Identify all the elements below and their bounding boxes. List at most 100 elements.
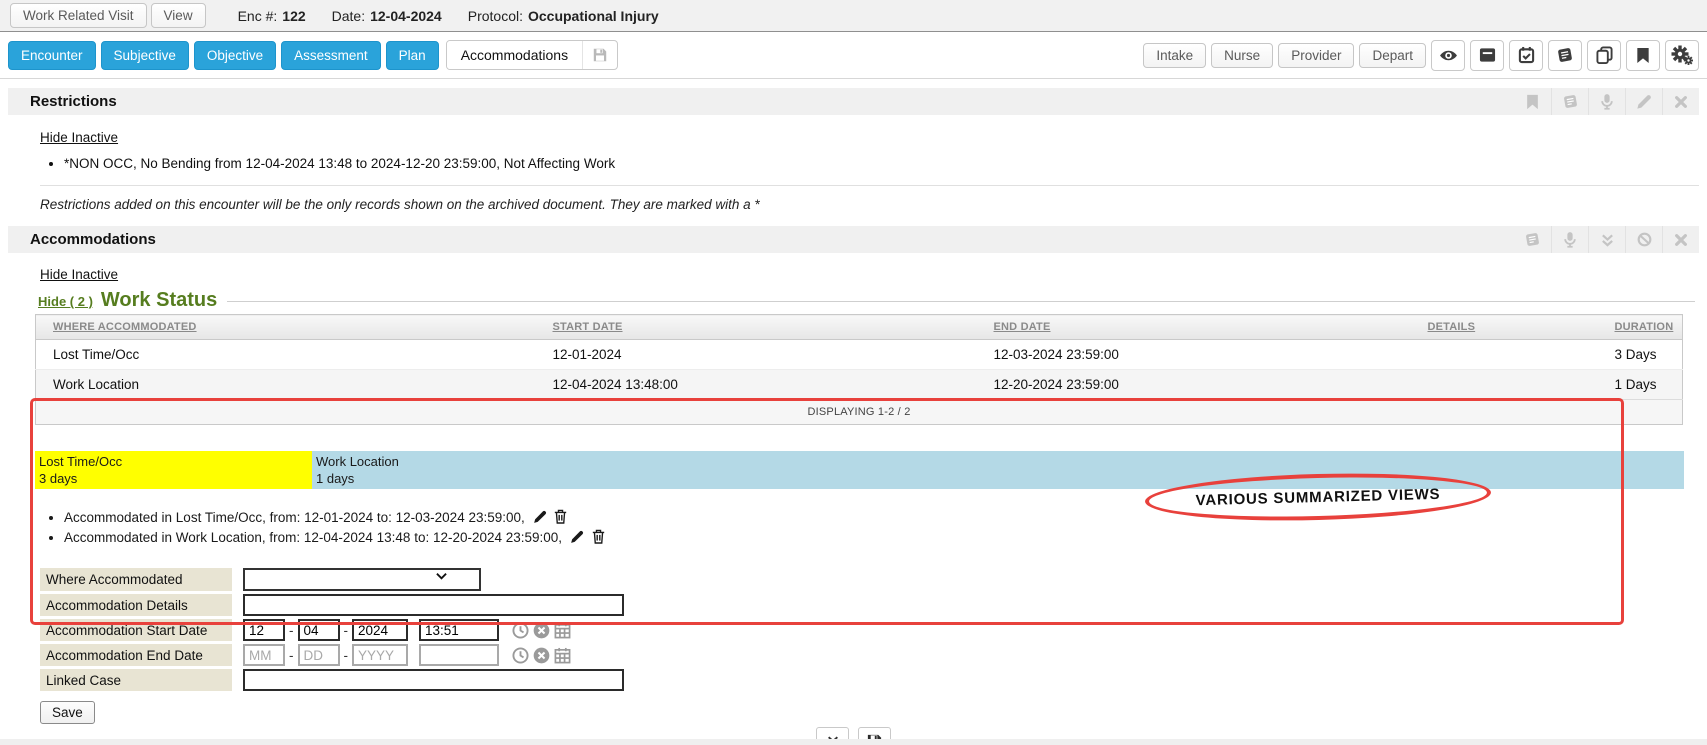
accommodation-details-input[interactable]: [243, 594, 624, 616]
col-start-date[interactable]: START DATE: [536, 315, 977, 340]
restrictions-header: Restrictions: [8, 88, 1699, 115]
archive-button[interactable]: [1470, 40, 1504, 71]
book-icon: [1556, 47, 1574, 63]
summary-block-lost-time: Lost Time/Occ 3 days: [35, 451, 312, 489]
summary-bars: Lost Time/Occ 3 days Work Location 1 day…: [35, 451, 1684, 489]
enc-date: Date:12-04-2024: [332, 8, 442, 24]
bookmark-icon: [1636, 47, 1650, 64]
cell-end: 12-20-2024 23:59:00: [977, 370, 1411, 400]
where-accommodated-select[interactable]: [243, 568, 481, 591]
clear-x-circle-icon[interactable]: [533, 622, 550, 639]
divider: [227, 301, 1695, 302]
clock-icon[interactable]: [512, 647, 529, 664]
summary-line-text: Accommodated in Lost Time/Occ, from: 12-…: [64, 510, 525, 525]
calendar-check-button[interactable]: [1509, 40, 1543, 71]
edit-pencil-icon[interactable]: [570, 530, 584, 544]
clock-icon[interactable]: [512, 622, 529, 639]
microphone-icon[interactable]: [1551, 226, 1588, 253]
cell-where: Work Location: [36, 370, 536, 400]
view-button[interactable]: View: [151, 3, 206, 28]
work-status-title: Work Status: [101, 289, 217, 311]
linked-case-input[interactable]: [243, 669, 624, 691]
date-separator: -: [344, 621, 349, 641]
restrictions-hide-inactive-link[interactable]: Hide Inactive: [40, 130, 118, 145]
accommodation-end-date-label: Accommodation End Date: [40, 644, 232, 666]
calendar-icon[interactable]: [554, 622, 571, 639]
book-icon[interactable]: [1514, 226, 1551, 253]
table-row[interactable]: Work Location 12-04-2024 13:48:00 12-20-…: [36, 370, 1683, 400]
end-month-input[interactable]: [243, 644, 285, 666]
summary-duration: 1 days: [316, 470, 1680, 487]
close-icon[interactable]: [1662, 226, 1699, 253]
col-details[interactable]: DETAILS: [1411, 315, 1598, 340]
date-separator: -: [344, 646, 349, 666]
microphone-icon[interactable]: [1588, 88, 1625, 115]
end-year-input[interactable]: [352, 644, 408, 666]
tab-subjective[interactable]: Subjective: [101, 41, 189, 70]
cell-duration: 3 Days: [1598, 340, 1683, 370]
start-month-input[interactable]: [243, 619, 285, 641]
end-time-input[interactable]: [419, 644, 499, 666]
date-separator: -: [289, 621, 294, 641]
nurse-button[interactable]: Nurse: [1211, 43, 1273, 68]
encounter-info: Enc #:122 Date:12-04-2024 Protocol:Occup…: [238, 8, 659, 24]
book-icon[interactable]: [1551, 88, 1588, 115]
nav-right-group: Intake Nurse Provider Depart: [1143, 40, 1699, 71]
settings-button[interactable]: [1665, 40, 1699, 71]
accommodations-hide-inactive-link[interactable]: Hide Inactive: [40, 267, 118, 282]
start-year-input[interactable]: [352, 619, 408, 641]
start-time-input[interactable]: [419, 619, 499, 641]
disable-icon[interactable]: [1625, 226, 1662, 253]
tab-objective[interactable]: Objective: [194, 41, 276, 70]
copy-button[interactable]: [1587, 40, 1621, 71]
displaying-count: DISPLAYING 1-2 / 2: [36, 400, 1683, 425]
summary-block-work-location: Work Location 1 days: [312, 451, 1684, 489]
eye-icon: [1439, 48, 1458, 63]
depart-button[interactable]: Depart: [1359, 43, 1426, 68]
end-day-input[interactable]: [298, 644, 340, 666]
tab-plan[interactable]: Plan: [386, 41, 439, 70]
start-day-input[interactable]: [298, 619, 340, 641]
tab-assessment[interactable]: Assessment: [281, 41, 381, 70]
save-button[interactable]: Save: [40, 701, 95, 724]
tab-accommodations-active[interactable]: Accommodations: [446, 40, 618, 70]
archive-box-icon: [1479, 47, 1496, 63]
date-separator: -: [289, 646, 294, 666]
tab-encounter[interactable]: Encounter: [8, 41, 96, 70]
delete-trash-icon[interactable]: [592, 529, 605, 544]
list-item: Accommodated in Work Location, from: 12-…: [64, 529, 1707, 546]
col-where-accommodated[interactable]: WHERE ACCOMMODATED: [36, 315, 536, 340]
table-row[interactable]: Lost Time/Occ 12-01-2024 12-03-2024 23:5…: [36, 340, 1683, 370]
close-icon[interactable]: [1662, 88, 1699, 115]
chevron-double-down-icon[interactable]: [1588, 226, 1625, 253]
intake-button[interactable]: Intake: [1143, 43, 1206, 68]
tab-save-icon[interactable]: [582, 41, 617, 69]
nav-bar: Encounter Subjective Objective Assessmen…: [0, 32, 1707, 79]
table-footer-row: DISPLAYING 1-2 / 2: [36, 400, 1683, 425]
work-status-hide-link[interactable]: Hide ( 2 ): [38, 294, 93, 309]
col-duration[interactable]: DURATION: [1598, 315, 1683, 340]
cell-end: 12-03-2024 23:59:00: [977, 340, 1411, 370]
eye-button[interactable]: [1431, 40, 1465, 71]
cell-details: [1411, 340, 1598, 370]
work-related-visit-button[interactable]: Work Related Visit: [10, 3, 147, 28]
edit-pencil-icon[interactable]: [533, 510, 547, 524]
cell-start: 12-04-2024 13:48:00: [536, 370, 977, 400]
summary-lines: Accommodated in Lost Time/Occ, from: 12-…: [64, 509, 1707, 546]
enc-protocol: Protocol:Occupational Injury: [468, 8, 659, 24]
calendar-icon[interactable]: [554, 647, 571, 664]
summary-name: Lost Time/Occ: [39, 453, 308, 470]
pencil-icon[interactable]: [1625, 88, 1662, 115]
book-button[interactable]: [1548, 40, 1582, 71]
bookmark-icon[interactable]: [1514, 88, 1551, 115]
work-status-row: Hide ( 2 ) Work Status: [38, 289, 1707, 311]
col-end-date[interactable]: END DATE: [977, 315, 1411, 340]
provider-button[interactable]: Provider: [1278, 43, 1354, 68]
clear-x-circle-icon[interactable]: [533, 647, 550, 664]
top-bar: Work Related Visit View Enc #:122 Date:1…: [0, 0, 1707, 32]
delete-trash-icon[interactable]: [554, 509, 567, 524]
summary-name: Work Location: [316, 453, 1680, 470]
enc-number: Enc #:122: [238, 8, 306, 24]
bookmark-button[interactable]: [1626, 40, 1660, 71]
cell-start: 12-01-2024: [536, 340, 977, 370]
